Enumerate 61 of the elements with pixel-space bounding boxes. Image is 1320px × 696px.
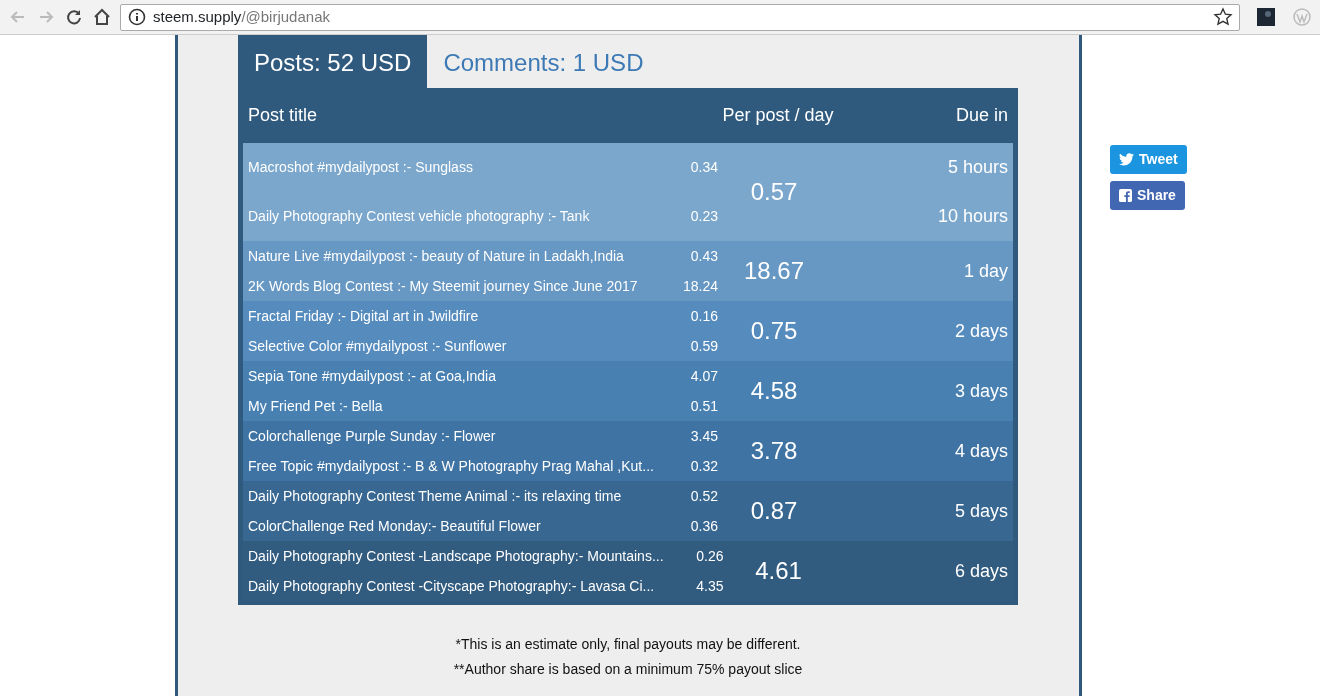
post-title[interactable]: Fractal Friday :- Digital art in Jwildfire (248, 305, 658, 327)
post-title[interactable]: 2K Words Blog Contest :- My Steemit journey Since June 2017 (248, 275, 658, 297)
column-header: Per post / day (721, 104, 835, 127)
tab[interactable]: Comments: 1 USD (427, 35, 660, 88)
due-time: 10 hours (937, 205, 1008, 228)
footnote: **Author share is based on a minimum 75% payout slice (452, 660, 804, 679)
post-value: 0.36 (689, 516, 718, 536)
share-button[interactable]: Share (1110, 181, 1185, 210)
post-value: 0.34 (689, 158, 718, 177)
due-time: 6 days (954, 560, 1008, 581)
due-time: 4 days (954, 440, 1008, 461)
post-value: 0.52 (689, 486, 718, 506)
share-button[interactable]: Tweet (1110, 145, 1187, 174)
info-icon[interactable] (127, 7, 147, 27)
post-title[interactable]: Free Topic #mydailypost :- B & W Photography Prag Mahal ,Kut... (248, 455, 658, 477)
post-title[interactable]: Macroshot #mydailypost :- Sunglass (248, 157, 658, 178)
post-value: 0.51 (689, 396, 718, 416)
f-logo-icon (1119, 189, 1132, 202)
post-value: 4.07 (689, 366, 718, 386)
home-icon[interactable] (92, 7, 112, 27)
post-title[interactable]: Daily Photography Contest -Landscape Photography:- Mountains... (248, 545, 664, 567)
post-title[interactable]: My Friend Pet :- Bella (248, 395, 658, 417)
due-time: 5 days (954, 500, 1008, 521)
due-time: 5 hours (947, 156, 1008, 179)
post-value: 0.59 (689, 336, 718, 356)
tab[interactable]: Posts: 52 USD (238, 35, 428, 88)
group-total: 4.58 (749, 376, 799, 406)
post-title[interactable]: Nature Live #mydailypost :- beauty of Nature in Ladakh,India (248, 245, 658, 267)
post-value: 0.16 (689, 306, 718, 326)
group-total: 0.75 (749, 316, 799, 346)
post-value: 3.45 (689, 426, 718, 446)
extension-icon[interactable] (1256, 7, 1276, 27)
post-value: 0.23 (689, 207, 718, 226)
address-bar[interactable]: steem.supply/@birjudanak (120, 3, 1240, 31)
post-value: 0.43 (689, 246, 718, 266)
post-title[interactable]: Selective Color #mydailypost :- Sunflower (248, 335, 658, 357)
post-value: 0.26 (695, 546, 724, 566)
bird-icon (1119, 153, 1134, 166)
post-value: 18.24 (681, 276, 718, 296)
bookmark-star-icon[interactable] (1213, 7, 1233, 27)
group-total: 4.61 (754, 556, 803, 586)
column-header: Post title (248, 104, 319, 127)
post-title[interactable]: Daily Photography Contest -Cityscape Photography:- Lavasa Ci... (248, 575, 664, 597)
post-title[interactable]: Daily Photography Contest vehicle photography :- Tank (248, 206, 658, 227)
group-total: 18.67 (742, 256, 806, 286)
due-time: 1 day (963, 260, 1008, 281)
post-value: 0.32 (689, 456, 718, 476)
post-title[interactable]: Sepia Tone #mydailypost :- at Goa,India (248, 365, 658, 387)
group-total: 3.78 (749, 436, 799, 466)
due-time: 2 days (954, 320, 1008, 341)
column-header: Due in (954, 104, 1008, 127)
group-total: 0.57 (749, 177, 799, 207)
post-value: 4.35 (695, 576, 724, 596)
reload-icon[interactable] (64, 7, 84, 27)
footnote: *This is an estimate only, final payouts may be different. (454, 635, 802, 654)
post-title[interactable]: ColorChallenge Red Monday:- Beautiful Flower (248, 515, 658, 537)
group-total: 0.87 (749, 496, 799, 526)
post-title[interactable]: Daily Photography Contest Theme Animal :- its relaxing time (248, 485, 658, 507)
post-title[interactable]: Colorchallenge Purple Sunday :- Flower (248, 425, 658, 447)
due-time: 3 days (954, 380, 1008, 401)
url-text: steem.supply/@birjudanak (153, 6, 330, 27)
